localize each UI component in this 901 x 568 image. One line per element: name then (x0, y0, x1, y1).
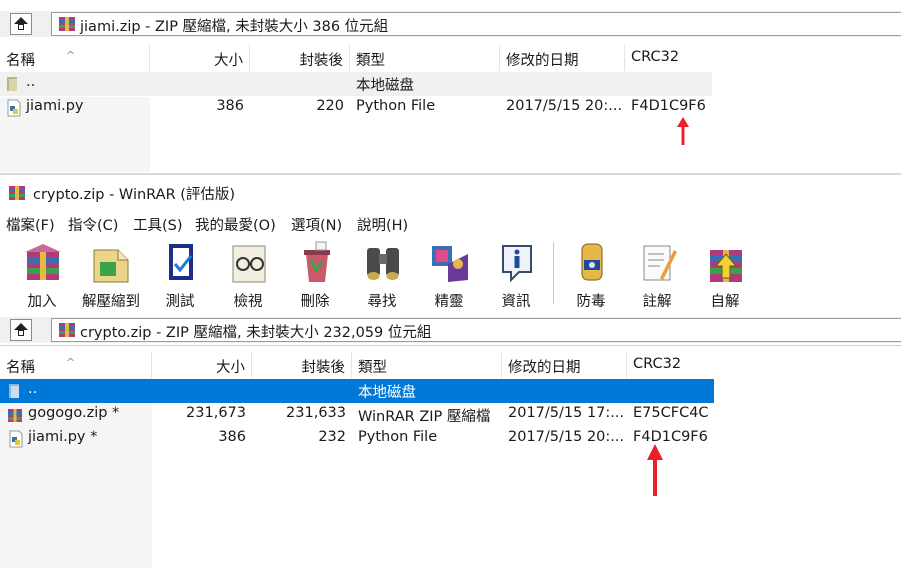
info-button[interactable]: 資訊 (483, 240, 549, 310)
col-header-type[interactable]: 類型 (352, 352, 502, 378)
col-header-crc[interactable]: CRC32 (627, 352, 714, 378)
col-header-size[interactable]: 大小 (150, 45, 250, 71)
title-bar: crypto.zip - WinRAR (評估版) (0, 178, 901, 208)
col-header-size[interactable]: 大小 (152, 352, 252, 378)
folder-icon (9, 384, 19, 398)
red-arrow-annotation (647, 444, 663, 496)
comment-icon (643, 245, 677, 281)
comment-button[interactable]: 註解 (624, 240, 690, 310)
sfx-button[interactable]: 自解 (692, 240, 758, 310)
extract-icon (93, 249, 129, 283)
find-icon (367, 248, 399, 280)
up-arrow-icon (14, 17, 28, 30)
up-folder-button[interactable] (10, 13, 32, 35)
table-row[interactable]: jiami.py 386 220 Python File 2017/5/15 2… (0, 96, 712, 120)
add-icon (25, 244, 61, 280)
sort-caret-icon: ^ (66, 356, 76, 369)
info-icon (502, 245, 532, 283)
test-button[interactable]: 測試 (147, 240, 213, 310)
wizard-icon (432, 246, 468, 282)
window-divider (0, 173, 901, 175)
zip-archive-icon (59, 323, 75, 337)
col-header-modified[interactable]: 修改的日期 (500, 45, 625, 71)
table-row[interactable]: jiami.py * 386 232 Python File 2017/5/15… (0, 427, 714, 451)
view-button[interactable]: 檢視 (215, 240, 281, 310)
virus-scan-button[interactable]: 防毒 (558, 240, 624, 310)
toolbar: 加入 解壓縮到 測試 檢視 刪除 尋找 精靈 資訊 防毒 註解 自解 (0, 238, 901, 314)
col-header-name[interactable]: ^ 名稱 (0, 352, 152, 378)
virus-scan-icon (581, 243, 603, 281)
python-file-icon (7, 99, 21, 117)
menu-favorites[interactable]: 我的最愛(O) (195, 214, 276, 235)
col-header-packed[interactable]: 封裝後 (252, 352, 352, 378)
top-path-field[interactable]: jiami.zip - ZIP 壓縮檔, 未封裝大小 386 位元組 (51, 12, 901, 36)
extract-to-button[interactable]: 解壓縮到 (78, 240, 144, 310)
table-row-selected[interactable]: .. 本地磁盘 (0, 379, 714, 403)
folder-icon (7, 77, 17, 91)
toolbar-separator (553, 242, 554, 304)
test-icon (169, 244, 193, 280)
bottom-column-header: ^ 名稱 大小 封裝後 類型 修改的日期 CRC32 (0, 352, 714, 378)
up-folder-button[interactable] (10, 319, 32, 341)
col-header-type[interactable]: 類型 (350, 45, 500, 71)
menu-bar: 檔案(F) 指令(C) 工具(S) 我的最愛(O) 選項(N) 說明(H) (0, 208, 901, 238)
delete-icon (304, 241, 330, 282)
python-file-icon (9, 430, 23, 448)
menu-commands[interactable]: 指令(C) (68, 214, 118, 235)
view-icon (232, 245, 266, 283)
col-header-modified[interactable]: 修改的日期 (502, 352, 627, 378)
wizard-button[interactable]: 精靈 (416, 240, 482, 310)
zip-file-icon (8, 409, 22, 422)
red-arrow-annotation (677, 117, 689, 145)
up-arrow-icon (14, 323, 28, 336)
top-path-text: jiami.zip - ZIP 壓縮檔, 未封裝大小 386 位元組 (80, 19, 389, 35)
add-button[interactable]: 加入 (9, 240, 75, 310)
zip-archive-icon (59, 17, 75, 31)
top-column-header: ^ 名稱 大小 封裝後 類型 修改的日期 CRC32 (0, 45, 712, 71)
bottom-path-text: crypto.zip - ZIP 壓縮檔, 未封裝大小 232,059 位元組 (80, 325, 432, 341)
sfx-icon (710, 250, 742, 282)
delete-button[interactable]: 刪除 (282, 240, 348, 310)
window-title: crypto.zip - WinRAR (評估版) (33, 187, 236, 203)
col-header-crc[interactable]: CRC32 (625, 45, 712, 71)
menu-help[interactable]: 說明(H) (357, 214, 408, 235)
find-button[interactable]: 尋找 (349, 240, 415, 310)
menu-tools[interactable]: 工具(S) (133, 214, 183, 235)
col-header-packed[interactable]: 封裝後 (250, 45, 350, 71)
bottom-path-field[interactable]: crypto.zip - ZIP 壓縮檔, 未封裝大小 232,059 位元組 (51, 318, 901, 342)
winrar-app-icon (9, 186, 25, 200)
menu-file[interactable]: 檔案(F) (6, 214, 55, 235)
table-row[interactable]: gogogo.zip * 231,673 231,633 WinRAR ZIP … (0, 403, 714, 427)
table-row[interactable]: .. 本地磁盘 (0, 72, 712, 96)
bottom-path-bar: crypto.zip - ZIP 壓縮檔, 未封裝大小 232,059 位元組 (0, 317, 901, 343)
sort-caret-icon: ^ (66, 49, 76, 62)
menu-options[interactable]: 選項(N) (291, 214, 342, 235)
top-path-bar: jiami.zip - ZIP 壓縮檔, 未封裝大小 386 位元組 (0, 11, 901, 37)
col-header-name[interactable]: ^ 名稱 (0, 45, 150, 71)
